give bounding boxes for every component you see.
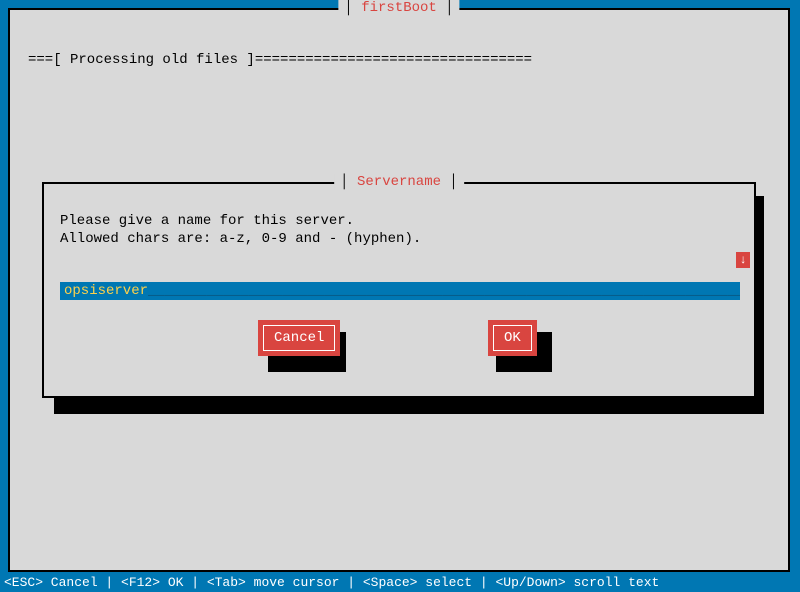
outer-title: firstBoot — [338, 0, 459, 16]
prompt-line-1: Please give a name for this server. — [60, 213, 354, 229]
input-underline-fill: ________________________________________… — [148, 283, 740, 299]
servername-dialog: Servername Please give a name for this s… — [42, 182, 756, 398]
prompt-line-2: Allowed chars are: a-z, 0-9 and - (hyphe… — [60, 231, 421, 247]
cancel-button-label: Cancel — [263, 325, 335, 351]
servername-input[interactable]: opsiserver______________________________… — [60, 282, 740, 300]
scroll-down-icon[interactable]: ↓ — [736, 252, 750, 268]
dialog-prompt: Please give a name for this server. Allo… — [60, 212, 421, 248]
processing-section-header: ===[ Processing old files ]=============… — [28, 52, 532, 68]
footer-hotkey-bar: <ESC> Cancel | <F12> OK | <Tab> move cur… — [0, 574, 800, 592]
cancel-button[interactable]: Cancel — [258, 320, 340, 356]
input-value: opsiserver — [64, 283, 148, 299]
ok-button-label: OK — [493, 325, 532, 351]
dialog-title: Servername — [334, 174, 464, 190]
outer-frame: firstBoot ===[ Processing old files ]===… — [8, 8, 790, 572]
ok-button[interactable]: OK — [488, 320, 537, 356]
